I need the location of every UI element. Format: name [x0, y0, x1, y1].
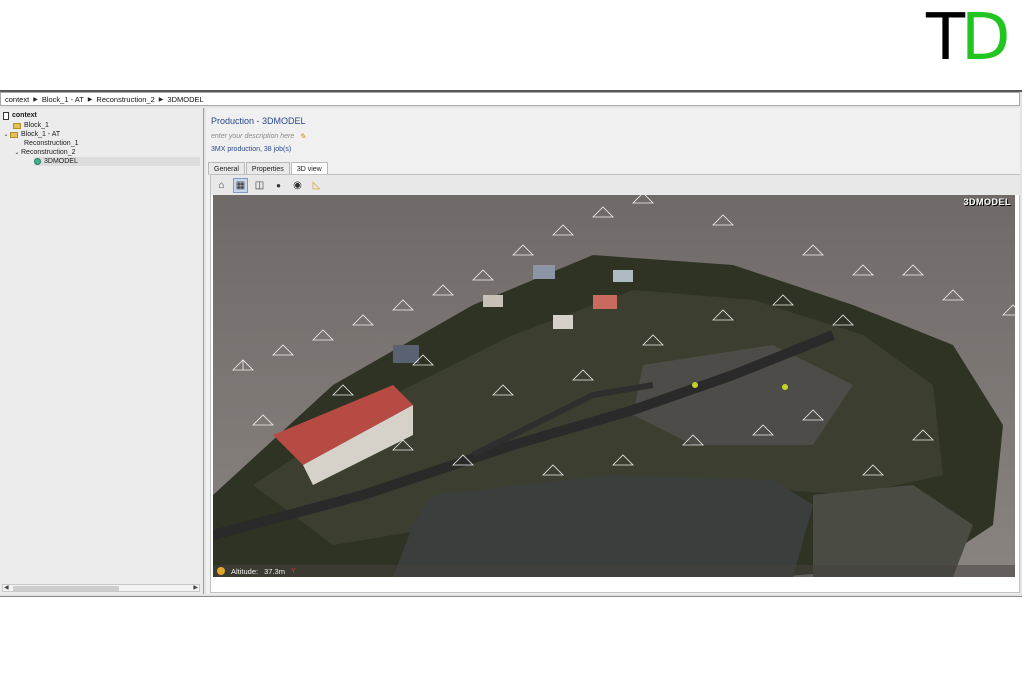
altitude-label: Altitude:: [231, 566, 259, 576]
tree-item-label: Reconstruction_2: [21, 149, 76, 156]
breadcrumb-sep-icon: ▶: [33, 96, 38, 103]
3d-scene[interactable]: 3DMODEL Altitude: 37.3m Y: [213, 195, 1015, 577]
tree-root-label: context: [12, 112, 37, 119]
logo-d: D: [961, 1, 1010, 75]
tree-item-block[interactable]: Block_1: [13, 121, 49, 130]
ruler-icon[interactable]: ◺: [309, 178, 324, 193]
breadcrumb-sep-icon: ▶: [158, 96, 164, 103]
description-field[interactable]: enter your description here ✎: [211, 132, 306, 141]
scroll-left-icon[interactable]: ◀: [4, 584, 9, 591]
tree-item-reconstruction-1[interactable]: Reconstruction_1: [24, 139, 78, 148]
breadcrumb-sep-icon: ▶: [87, 96, 93, 103]
tree-item-reconstruction-2[interactable]: ⌄ Reconstruction_2: [13, 148, 75, 157]
main-panel: Production - 3DMODEL enter your descript…: [206, 108, 1020, 594]
tree-horizontal-scrollbar[interactable]: ◀ ▶: [2, 584, 200, 592]
folder-icon: [10, 131, 18, 138]
breadcrumb-item-context[interactable]: context: [5, 95, 29, 104]
description-placeholder: enter your description here: [211, 133, 295, 140]
td-logo: TD: [926, 1, 1010, 75]
axis-indicator: Y: [290, 567, 296, 575]
scrollbar-thumb[interactable]: [13, 586, 119, 591]
scene-render: [213, 195, 1015, 577]
camera-small-icon[interactable]: ●: [271, 178, 286, 193]
tree-item-block-at[interactable]: ⌄ Block_1 - AT: [2, 130, 60, 139]
logo-t: T: [926, 1, 965, 75]
bbox-icon[interactable]: ◫: [252, 178, 267, 193]
altitude-value: 37.3m: [264, 566, 285, 576]
project-tree: context Block_1 ⌄ Block_1 - AT Reconstru…: [0, 108, 204, 594]
tree-item-label: Reconstruction_1: [24, 140, 79, 147]
viewer-status-bar: Altitude: 37.3m Y: [213, 565, 1015, 577]
chevron-down-icon[interactable]: ⌄: [13, 149, 21, 156]
viewer-toolbar: ⌂ ▦ ◫ ● ◉ ◺: [211, 175, 1020, 195]
folder-icon: [13, 122, 21, 129]
page-title: Production - 3DMODEL: [211, 116, 306, 126]
sun-icon: [217, 567, 225, 575]
scene-label: 3DMODEL: [963, 197, 1011, 207]
chevron-down-icon[interactable]: ⌄: [2, 131, 10, 138]
breadcrumb-item-reconstruction[interactable]: Reconstruction_2: [96, 95, 154, 104]
pencil-icon[interactable]: ✎: [299, 132, 306, 141]
tree-item-3dmodel[interactable]: 3DMODEL: [34, 157, 200, 166]
context-icon: [3, 111, 9, 120]
home-icon[interactable]: ⌂: [214, 178, 229, 193]
tree-item-label: 3DMODEL: [44, 158, 78, 165]
check-status-icon: [34, 158, 41, 165]
breadcrumb-item-production[interactable]: 3DMODEL: [167, 95, 203, 104]
tree-root[interactable]: context: [3, 111, 37, 120]
tree-item-label: Block_1: [24, 122, 49, 129]
scroll-right-icon[interactable]: ▶: [193, 584, 198, 591]
breadcrumb: context ▶ Block_1 - AT ▶ Reconstruction_…: [0, 92, 1020, 106]
app-window: context ▶ Block_1 - AT ▶ Reconstruction_…: [0, 90, 1022, 597]
breadcrumb-item-block[interactable]: Block_1 - AT: [42, 95, 84, 104]
3d-view-panel: ⌂ ▦ ◫ ● ◉ ◺ 3DMODEL Altitude: 37.3m Y: [210, 174, 1020, 593]
checker-icon[interactable]: ▦: [233, 177, 248, 193]
camera-icon[interactable]: ◉: [290, 178, 305, 193]
tree-item-label: Block_1 - AT: [21, 131, 61, 138]
jobs-summary: 3MX production, 38 job(s): [211, 146, 292, 153]
